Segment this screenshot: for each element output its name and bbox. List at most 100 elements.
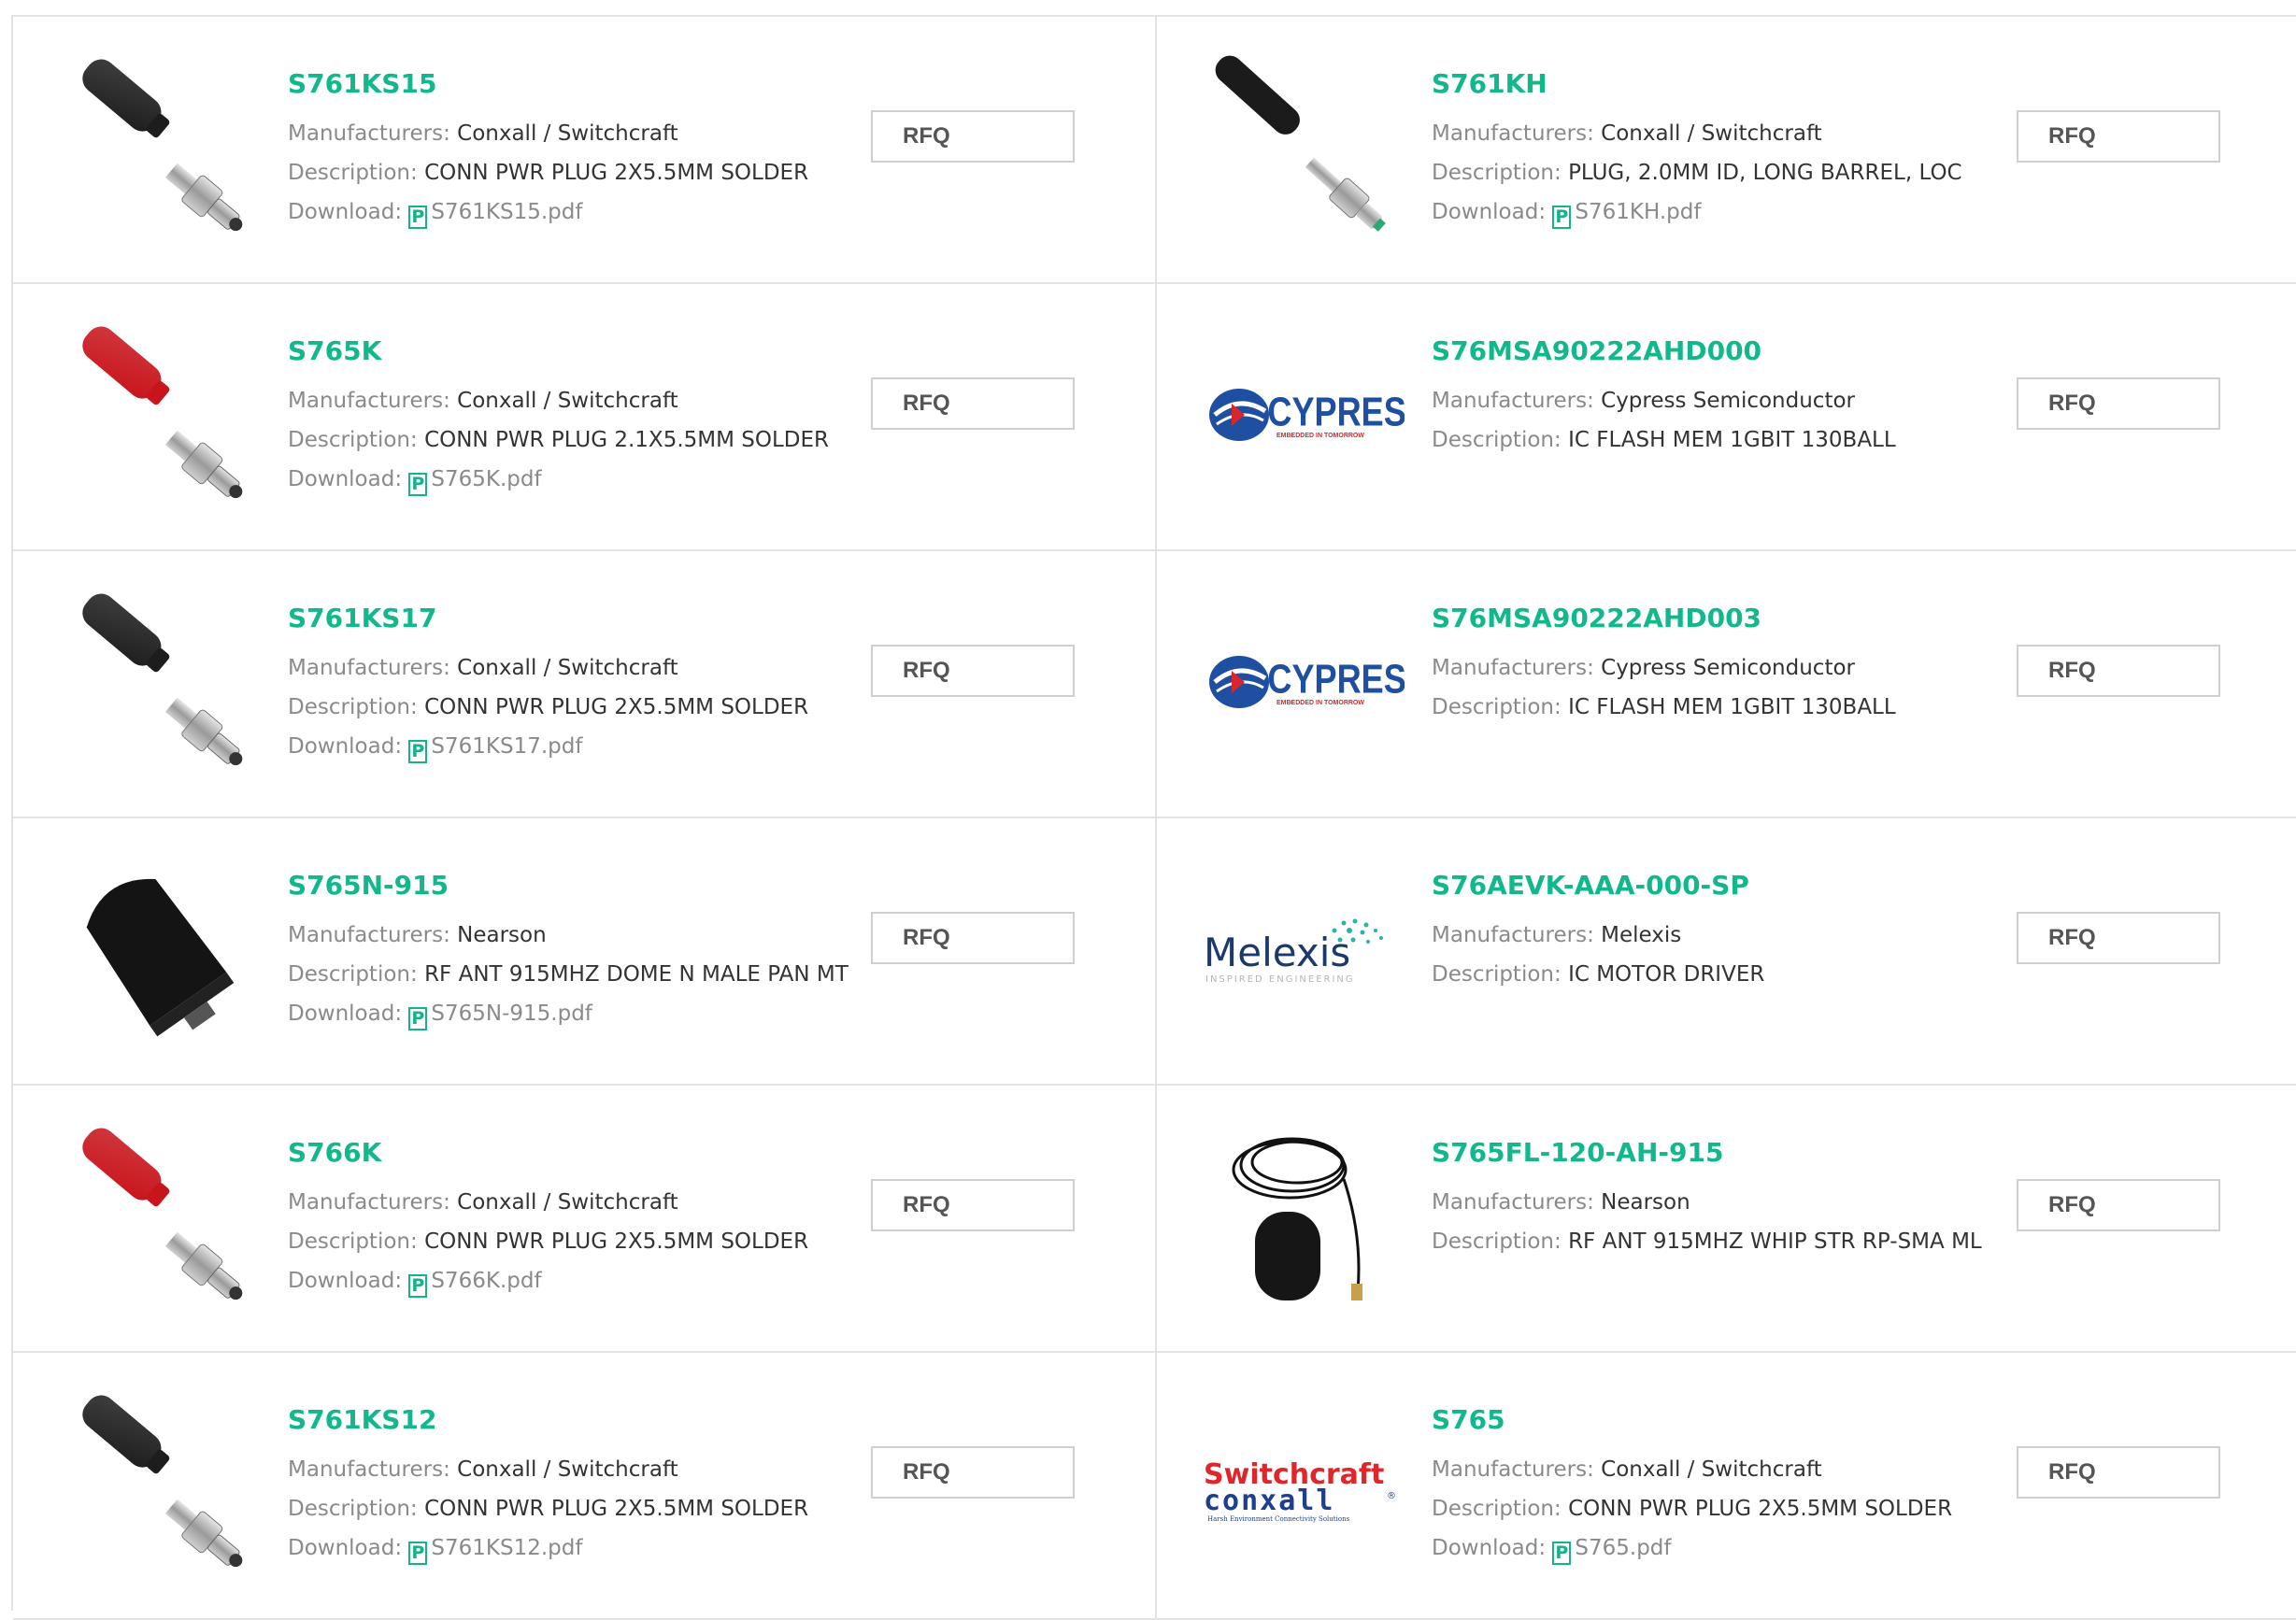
cypress-logo[interactable]: CYPRESS EMBEDDED IN TOMORROW xyxy=(1204,321,1405,508)
pdf-icon: P xyxy=(408,1274,428,1298)
dome-antenna-icon[interactable] xyxy=(60,856,261,1043)
product-card-s765k: S765K Manufacturers: Conxall / Switchcra… xyxy=(13,284,1157,551)
product-title-link[interactable]: S761KS17 xyxy=(288,602,436,635)
manufacturer-row: Manufacturers: Conxall / Switchcraft xyxy=(1432,1450,1961,1489)
description-label: Description: xyxy=(1432,962,1562,987)
manufacturer-row: Manufacturers: Conxall / Switchcraft xyxy=(288,381,819,420)
manufacturer-row: Manufacturers: Conxall / Switchcraft xyxy=(288,114,819,153)
download-row: Download: P S761KS15.pdf xyxy=(288,192,819,232)
switchcraft-conxall-logo[interactable]: Switchcraft conxall ® Harsh Environment … xyxy=(1204,1390,1405,1577)
download-row: Download: P S766K.pdf xyxy=(288,1261,819,1300)
rfq-button[interactable]: RFQ xyxy=(871,1446,1075,1499)
product-title-link[interactable]: S765FL-120-AH-915 xyxy=(1432,1136,1723,1170)
rfq-button[interactable]: RFQ xyxy=(871,912,1075,964)
description-label: Description: xyxy=(1432,428,1562,452)
description-value: RF ANT 915MHZ WHIP STR RP-SMA ML xyxy=(1568,1229,1982,1254)
pdf-icon: P xyxy=(408,1542,428,1565)
product-title-link[interactable]: S761KS12 xyxy=(288,1403,436,1437)
manufacturer-row: Manufacturers: Melexis xyxy=(1432,916,1961,955)
description-label: Description: xyxy=(288,1497,418,1521)
manufacturer-label: Manufacturers: xyxy=(288,923,450,947)
manufacturer-row: Manufacturers: Conxall / Switchcraft xyxy=(288,648,819,688)
product-info: S761KS15 Manufacturers: Conxall / Switch… xyxy=(288,67,819,232)
manufacturer-label: Manufacturers: xyxy=(288,121,450,146)
download-label: Download: xyxy=(288,1536,403,1560)
datasheet-filename: S765.pdf xyxy=(1575,1536,1672,1560)
description-row: Description: CONN PWR PLUG 2X5.5MM SOLDE… xyxy=(288,153,819,192)
download-row: Download: P S765.pdf xyxy=(1432,1528,1961,1568)
product-title-link[interactable]: S76MSA90222AHD003 xyxy=(1432,602,1761,635)
product-info: S765FL-120-AH-915 Manufacturers: Nearson… xyxy=(1432,1136,1982,1261)
download-label: Download: xyxy=(288,467,403,491)
rfq-button[interactable]: RFQ xyxy=(2017,377,2220,430)
datasheet-filename: S761KS12.pdf xyxy=(431,1536,583,1560)
datasheet-link[interactable]: P S761KS12.pdf xyxy=(408,1536,583,1565)
product-title-link[interactable]: S76MSA90222AHD000 xyxy=(1432,334,1761,368)
svg-text:EMBEDDED IN TOMORROW: EMBEDDED IN TOMORROW xyxy=(1276,700,1364,706)
description-value: CONN PWR PLUG 2X5.5MM SOLDER xyxy=(424,1497,809,1521)
svg-text:INSPIRED ENGINEERING: INSPIRED ENGINEERING xyxy=(1205,974,1355,985)
description-value: CONN PWR PLUG 2X5.5MM SOLDER xyxy=(424,161,809,185)
product-title-link[interactable]: S765K xyxy=(288,334,381,368)
description-row: Description: PLUG, 2.0MM ID, LONG BARREL… xyxy=(1432,153,1962,192)
manufacturer-label: Manufacturers: xyxy=(1432,656,1594,680)
product-card-s761ks15: S761KS15 Manufacturers: Conxall / Switch… xyxy=(13,17,1157,284)
cypress-logo[interactable]: CYPRESS EMBEDDED IN TOMORROW xyxy=(1204,589,1405,775)
download-label: Download: xyxy=(288,200,403,224)
product-card-s766k: S766K Manufacturers: Conxall / Switchcra… xyxy=(13,1086,1157,1353)
plug-black-long-icon[interactable] xyxy=(1204,54,1405,241)
datasheet-link[interactable]: P S765N-915.pdf xyxy=(408,1002,592,1030)
datasheet-link[interactable]: P S761KS17.pdf xyxy=(408,734,582,763)
description-value: IC FLASH MEM 1GBIT 130BALL xyxy=(1568,428,1896,452)
manufacturer-label: Manufacturers: xyxy=(288,389,450,413)
datasheet-link[interactable]: P S766K.pdf xyxy=(408,1269,542,1298)
product-card-s761ks17: S761KS17 Manufacturers: Conxall / Switch… xyxy=(13,551,1157,818)
whip-antenna-icon[interactable] xyxy=(1204,1123,1405,1310)
download-label: Download: xyxy=(288,734,403,759)
plug-black-icon[interactable] xyxy=(60,1390,261,1577)
description-row: Description: IC MOTOR DRIVER xyxy=(1432,955,1961,994)
datasheet-link[interactable]: P S765K.pdf xyxy=(408,467,542,496)
description-value: CONN PWR PLUG 2.1X5.5MM SOLDER xyxy=(424,428,830,452)
rfq-button[interactable]: RFQ xyxy=(2017,912,2220,964)
product-title-link[interactable]: S761KH xyxy=(1432,67,1547,101)
rfq-button[interactable]: RFQ xyxy=(871,645,1075,697)
datasheet-filename: S765K.pdf xyxy=(431,467,542,491)
plug-red-icon[interactable] xyxy=(60,1123,261,1310)
description-label: Description: xyxy=(288,161,418,185)
product-title-link[interactable]: S766K xyxy=(288,1136,381,1170)
download-row: Download: P S765K.pdf xyxy=(288,460,819,499)
rfq-button[interactable]: RFQ xyxy=(2017,1446,2220,1499)
rfq-button[interactable]: RFQ xyxy=(871,1179,1075,1231)
description-row: Description: RF ANT 915MHZ WHIP STR RP-S… xyxy=(1432,1222,1982,1261)
rfq-button[interactable]: RFQ xyxy=(2017,1179,2220,1231)
rfq-button[interactable]: RFQ xyxy=(871,377,1075,430)
product-title-link[interactable]: S76AEVK-AAA-000-SP xyxy=(1432,869,1749,902)
manufacturer-label: Manufacturers: xyxy=(1432,1190,1594,1215)
plug-red-icon[interactable] xyxy=(60,321,261,508)
manufacturer-value: Cypress Semiconductor xyxy=(1601,656,1855,680)
datasheet-filename: S766K.pdf xyxy=(431,1269,542,1293)
rfq-button[interactable]: RFQ xyxy=(2017,110,2220,163)
product-info: S76MSA90222AHD003 Manufacturers: Cypress… xyxy=(1432,602,1961,727)
product-title-link[interactable]: S761KS15 xyxy=(288,67,436,101)
manufacturer-value: Melexis xyxy=(1601,923,1682,947)
plug-black-icon[interactable] xyxy=(60,589,261,775)
description-row: Description: CONN PWR PLUG 2X5.5MM SOLDE… xyxy=(288,1222,819,1261)
plug-black-icon[interactable] xyxy=(60,54,261,241)
datasheet-link[interactable]: P S761KS15.pdf xyxy=(408,200,582,229)
svg-text:Harsh Environment Connectivity: Harsh Environment Connectivity Solutions xyxy=(1207,1515,1350,1523)
description-row: Description: CONN PWR PLUG 2X5.5MM SOLDE… xyxy=(288,688,819,727)
product-title-link[interactable]: S765 xyxy=(1432,1403,1505,1437)
melexis-logo[interactable]: Melexis INSPIRED ENGINEERING xyxy=(1204,856,1405,1043)
datasheet-link[interactable]: P S761KH.pdf xyxy=(1552,200,1701,229)
rfq-button[interactable]: RFQ xyxy=(871,110,1075,163)
product-info: S761KH Manufacturers: Conxall / Switchcr… xyxy=(1432,67,1962,232)
datasheet-link[interactable]: P S765.pdf xyxy=(1552,1536,1672,1565)
manufacturer-label: Manufacturers: xyxy=(1432,923,1594,947)
rfq-button[interactable]: RFQ xyxy=(2017,645,2220,697)
datasheet-filename: S765N-915.pdf xyxy=(431,1002,592,1026)
manufacturer-value: Conxall / Switchcraft xyxy=(457,1190,678,1215)
description-label: Description: xyxy=(1432,695,1562,719)
product-title-link[interactable]: S765N-915 xyxy=(288,869,449,902)
